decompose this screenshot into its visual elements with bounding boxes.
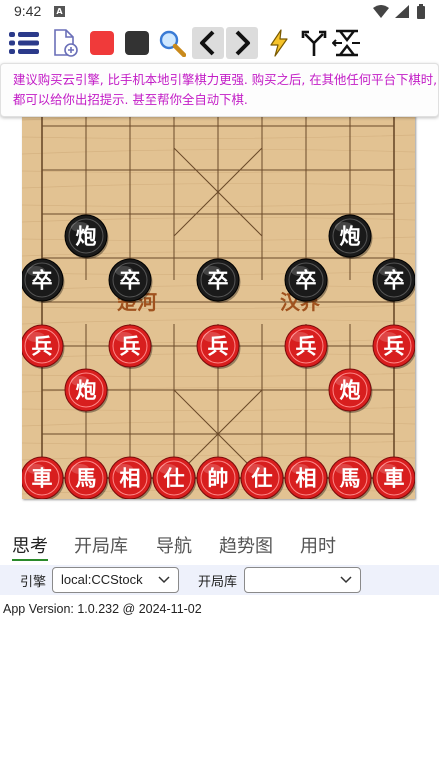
engine-select[interactable]: local:CCStock — [52, 567, 179, 593]
engine-label: 引擎 — [20, 575, 47, 590]
black-piece[interactable]: 卒 — [22, 258, 65, 303]
chevron-down-icon — [158, 576, 170, 584]
status-bar: 9:42 A — [0, 0, 439, 24]
red-piece-label: 帥 — [208, 467, 229, 491]
chevron-down-icon — [340, 576, 352, 584]
red-piece[interactable]: 車 — [372, 456, 415, 499]
opening-book-select[interactable] — [244, 567, 361, 593]
banner-text: 建议购买云引擎, 比手机本地引擎棋力更强. 购买之后, 在其他任何平台下棋时, … — [13, 72, 438, 107]
red-piece-label: 炮 — [76, 379, 97, 403]
tab-opening-book[interactable]: 开局库 — [74, 532, 128, 558]
red-piece-label: 兵 — [296, 335, 317, 359]
tab-trend-chart[interactable]: 趋势图 — [219, 532, 273, 558]
red-piece[interactable]: 炮 — [64, 368, 109, 413]
lightning-icon — [270, 29, 288, 57]
red-piece-label: 仕 — [251, 467, 273, 491]
previous-move-button[interactable] — [192, 27, 224, 59]
red-piece[interactable]: 仕 — [152, 456, 197, 499]
engine-go-button[interactable] — [263, 27, 295, 59]
menu-button[interactable] — [8, 27, 40, 59]
red-piece[interactable]: 馬 — [64, 456, 109, 499]
tab-navigation[interactable]: 导航 — [156, 532, 192, 558]
red-piece-label: 相 — [120, 467, 141, 491]
red-piece-label: 馬 — [76, 467, 97, 491]
branch-icon — [301, 30, 327, 56]
chevron-right-icon — [235, 30, 250, 56]
red-piece[interactable]: 兵 — [372, 324, 415, 369]
black-piece-label: 卒 — [384, 269, 405, 293]
red-square-icon — [90, 31, 114, 55]
black-piece[interactable]: 卒 — [108, 258, 153, 303]
status-time: 9:42 — [14, 3, 42, 19]
black-piece[interactable]: 卒 — [372, 258, 415, 303]
status-icons — [373, 4, 425, 19]
red-piece-label: 馬 — [340, 467, 361, 491]
battery-icon — [417, 4, 425, 19]
wifi-icon — [373, 5, 389, 18]
cloud-engine-banner[interactable]: 建议购买云引擎, 比手机本地引擎棋力更强. 购买之后, 在其他任何平台下棋时, … — [0, 63, 439, 117]
red-piece[interactable]: 車 — [22, 456, 65, 499]
play-black-button[interactable] — [121, 27, 153, 59]
red-piece[interactable]: 相 — [108, 456, 153, 499]
red-piece[interactable]: 兵 — [284, 324, 329, 369]
board-canvas[interactable]: 楚河 汉界 炮炮卒卒卒卒卒兵兵兵兵兵炮炮車馬相仕帥仕相馬車 — [22, 115, 415, 499]
new-game-button[interactable] — [49, 27, 81, 59]
red-piece-label: 車 — [384, 467, 405, 491]
red-piece-label: 炮 — [340, 379, 361, 403]
red-piece-label: 相 — [296, 467, 317, 491]
next-move-button[interactable] — [226, 27, 258, 59]
red-piece-label: 兵 — [384, 335, 405, 359]
toolbar — [0, 25, 439, 61]
opening-book-label: 开局库 — [198, 575, 238, 590]
tab-thinking[interactable]: 思考 — [12, 532, 48, 561]
red-piece-label: 車 — [32, 467, 53, 491]
black-piece[interactable]: 卒 — [196, 258, 241, 303]
chess-board[interactable]: 楚河 汉界 炮炮卒卒卒卒卒兵兵兵兵兵炮炮車馬相仕帥仕相馬車 — [22, 115, 415, 499]
black-piece-label: 卒 — [208, 269, 229, 293]
red-piece-label: 兵 — [208, 335, 229, 359]
app-version-text: App Version: 1.0.232 @ 2024-11-02 — [3, 602, 202, 616]
red-piece[interactable]: 相 — [284, 456, 329, 499]
red-piece-label: 兵 — [120, 335, 141, 359]
tab-time-used[interactable]: 用时 — [300, 532, 336, 558]
panel-tabs: 思考 开局库 导航 趋势图 用时 — [0, 530, 439, 562]
search-button[interactable] — [156, 27, 188, 59]
search-icon — [159, 30, 186, 57]
new-file-icon — [54, 29, 78, 57]
black-piece-label: 炮 — [340, 225, 361, 249]
red-piece[interactable]: 炮 — [328, 368, 373, 413]
red-piece-label: 仕 — [163, 467, 185, 491]
flip-board-button[interactable] — [331, 27, 363, 59]
variation-button[interactable] — [298, 27, 330, 59]
red-piece[interactable]: 兵 — [22, 324, 65, 369]
red-piece-label: 兵 — [32, 335, 53, 359]
black-piece-label: 卒 — [120, 269, 141, 293]
black-piece-label: 卒 — [296, 269, 317, 293]
black-piece[interactable]: 炮 — [64, 214, 109, 259]
red-piece[interactable]: 帥 — [196, 456, 241, 499]
red-piece[interactable]: 馬 — [328, 456, 373, 499]
black-square-icon — [125, 31, 149, 55]
board-grid — [22, 115, 415, 495]
black-piece-label: 卒 — [32, 269, 53, 293]
black-piece-label: 炮 — [76, 225, 97, 249]
red-piece[interactable]: 兵 — [108, 324, 153, 369]
red-piece[interactable]: 仕 — [240, 456, 285, 499]
chevron-left-icon — [200, 30, 215, 56]
flip-board-icon — [332, 29, 360, 57]
cellular-icon — [395, 5, 409, 18]
menu-list-icon — [9, 32, 39, 54]
engine-select-value: local:CCStock — [61, 572, 143, 587]
red-piece[interactable]: 兵 — [196, 324, 241, 369]
engine-settings-row: 引擎 local:CCStock 开局库 — [0, 565, 439, 595]
notification-a-icon: A — [54, 6, 65, 17]
play-red-button[interactable] — [86, 27, 118, 59]
